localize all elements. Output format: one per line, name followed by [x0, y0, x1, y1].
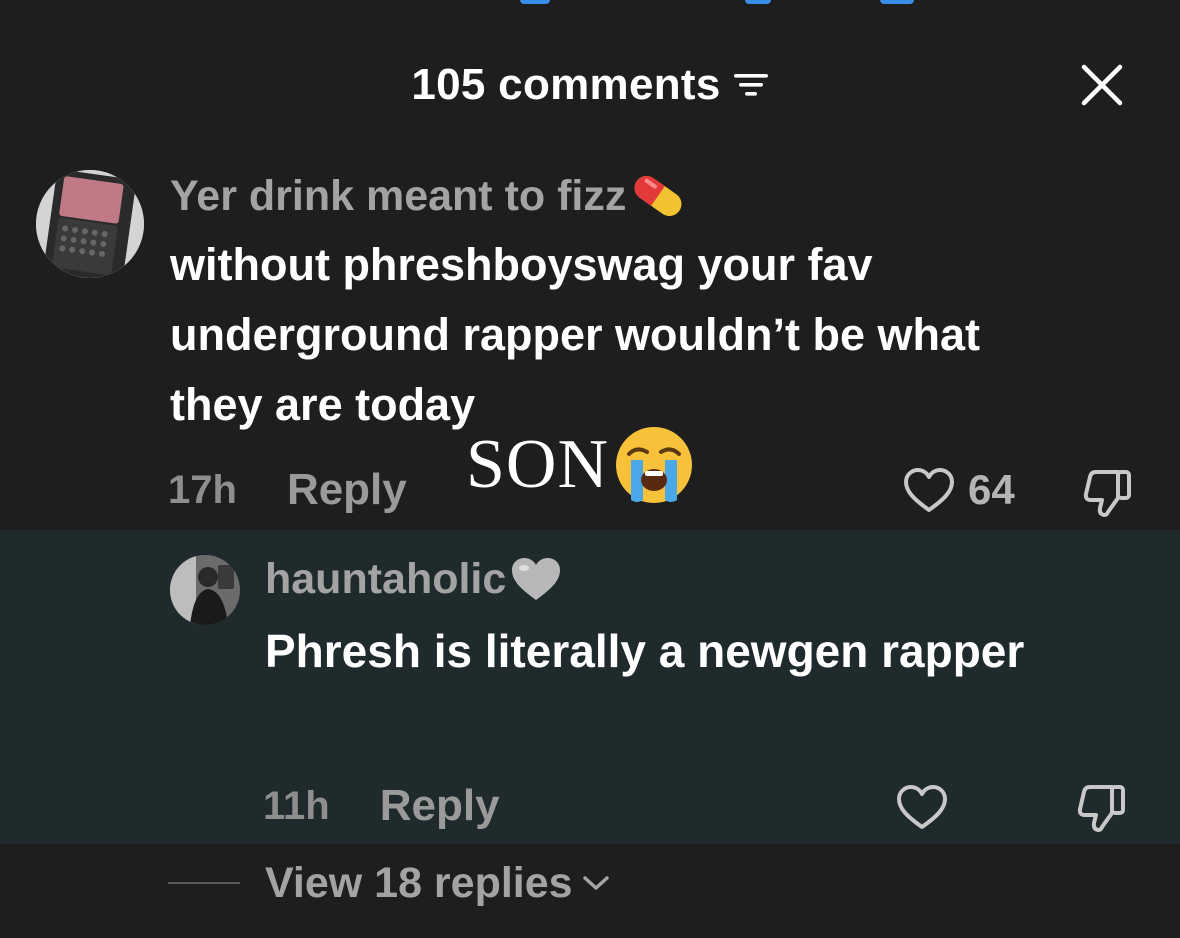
comments-count-title: 105 comments [411, 60, 721, 109]
username-text: Yer drink meant to fizz [170, 172, 627, 220]
comment: Yer drink meant to fizz without phreshbo… [170, 168, 1110, 440]
chevron-down-icon [582, 876, 609, 890]
son-sticker: SON [466, 425, 695, 505]
blackberry-phone-image [36, 170, 144, 278]
reply-heart-icon[interactable] [895, 783, 949, 831]
reply-body: Phresh is literally a newgen rapper [265, 625, 1025, 677]
dislike-icon[interactable] [1082, 466, 1134, 518]
comment-timestamp: 17h [168, 467, 237, 512]
thread-divider-line [168, 882, 240, 884]
reply-button[interactable]: Reply [287, 465, 407, 515]
reply-username[interactable]: hauntaholic [265, 550, 1125, 608]
close-icon[interactable] [1080, 63, 1124, 107]
reply-meta-row: 11h Reply [263, 776, 500, 836]
comments-screen: 105 comments Yer drink meant to fizz wit… [0, 0, 1180, 938]
comment-username[interactable]: Yer drink meant to fizz [170, 168, 1110, 224]
like-button[interactable]: 64 [902, 466, 1015, 514]
reply-avatar-image [170, 555, 240, 625]
reply-reply-button[interactable]: Reply [380, 781, 500, 831]
reply-avatar[interactable] [170, 555, 240, 625]
view-replies-button[interactable]: View 18 replies [168, 855, 611, 911]
cutoff-caption-text [0, 0, 1180, 8]
comments-header: 105 comments [0, 55, 1180, 115]
cutoff-glyph [520, 0, 550, 4]
avatar[interactable] [36, 170, 144, 278]
cutoff-glyph [880, 0, 914, 4]
cutoff-glyph [745, 0, 771, 4]
comment-body: without phreshboyswag your fav undergrou… [170, 239, 980, 430]
filter-icon[interactable] [733, 70, 769, 100]
reply-comment: hauntaholic Phresh is literally a newgen… [265, 550, 1125, 686]
reply-username-text: hauntaholic [265, 555, 507, 603]
reply-timestamp: 11h [263, 783, 330, 828]
heart-icon [904, 468, 954, 512]
reply-dislike-icon[interactable] [1076, 781, 1128, 833]
header-title-group[interactable]: 105 comments [0, 55, 1180, 115]
grey-heart-emoji [512, 558, 561, 600]
view-replies-label: View 18 replies [265, 858, 573, 907]
sticker-text: SON [466, 426, 610, 503]
loudly-crying-face-emoji [616, 427, 693, 503]
comment-meta-row: 17h Reply [168, 460, 407, 520]
like-count: 64 [968, 466, 1015, 513]
pill-emoji [634, 175, 682, 217]
